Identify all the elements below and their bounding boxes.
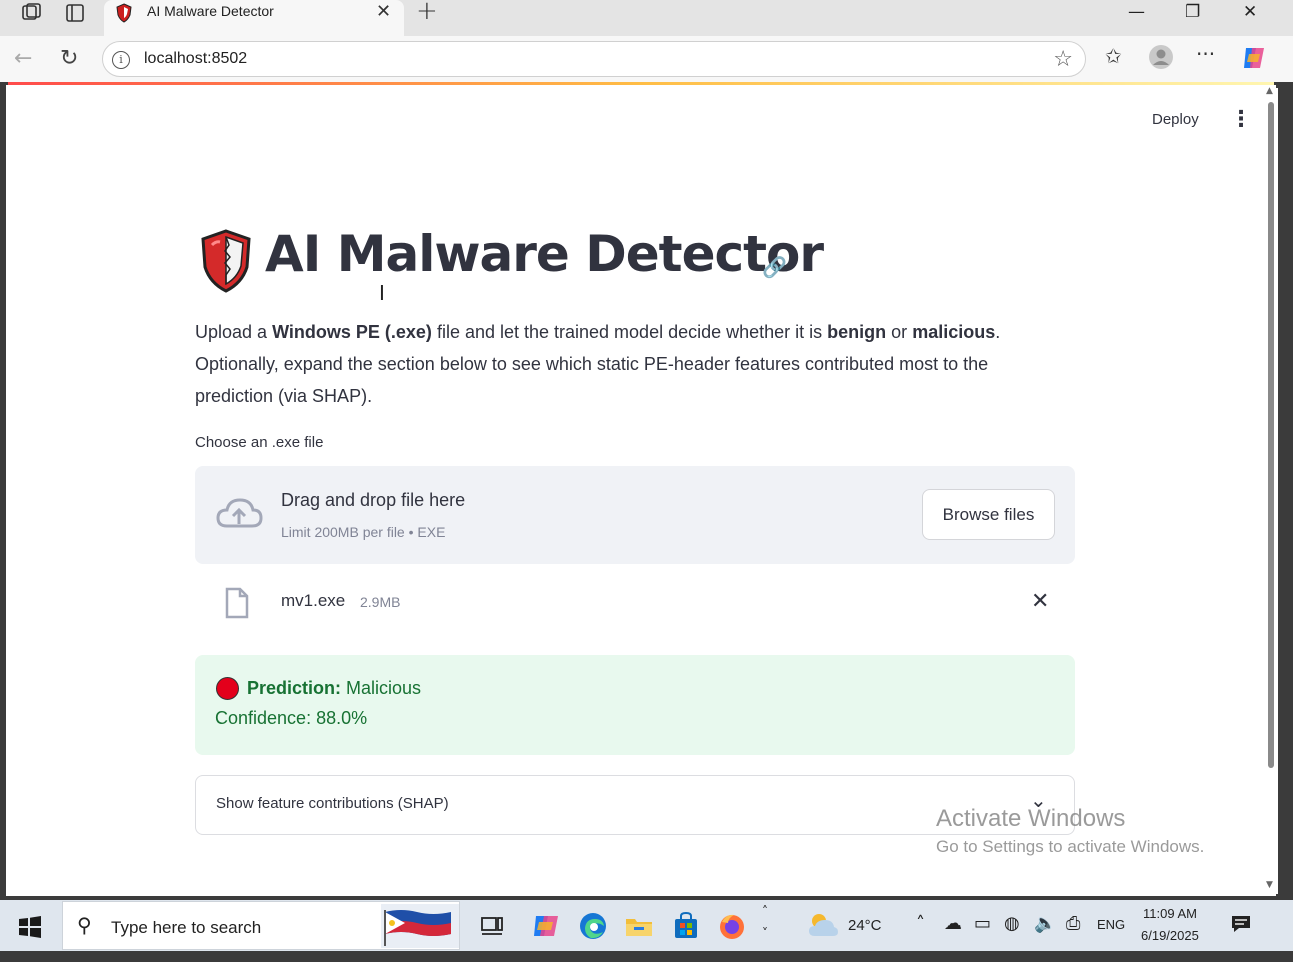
weather-temperature[interactable]: 24°C bbox=[848, 917, 882, 934]
battery-icon[interactable]: ▭ bbox=[974, 913, 991, 934]
desc-text-1: Upload a bbox=[195, 322, 273, 342]
search-highlight-flag-icon bbox=[381, 904, 459, 948]
volume-icon[interactable]: 🔈 bbox=[1034, 913, 1056, 934]
windows-taskbar: ⚲ Type here to search ˄ ˅ 24°C ˄ ☁ ▭ ◍ 🔈… bbox=[0, 900, 1293, 951]
onedrive-sync-icon[interactable]: ☁ bbox=[944, 913, 962, 934]
clock-date[interactable]: 6/19/2025 bbox=[1141, 928, 1199, 943]
watermark-subtitle: Go to Settings to activate Windows. bbox=[936, 837, 1205, 856]
cloud-upload-icon bbox=[216, 498, 263, 528]
prediction-line: Prediction: Malicious bbox=[247, 678, 421, 699]
copilot-icon[interactable] bbox=[1240, 44, 1268, 72]
drop-instruction: Drag and drop file here bbox=[281, 490, 466, 510]
file-limit-text: Limit 200MB per file • EXE bbox=[281, 524, 446, 540]
red-circle-icon bbox=[216, 677, 239, 700]
network-globe-icon[interactable]: ◍ bbox=[1004, 913, 1020, 934]
deploy-button[interactable]: Deploy bbox=[1152, 111, 1199, 128]
meet-now-icon[interactable]: ⎙ bbox=[1066, 913, 1080, 934]
new-tab-button[interactable]: + bbox=[416, 0, 438, 26]
weather-cloudy-icon[interactable] bbox=[806, 910, 840, 940]
microsoft-store-icon[interactable] bbox=[670, 910, 702, 942]
tab-ai-malware-detector[interactable]: AI Malware Detector ✕ bbox=[104, 0, 404, 36]
expander-label[interactable]: Show feature contributions (SHAP) bbox=[216, 795, 449, 812]
show-hidden-icons-icon[interactable]: ˄ bbox=[916, 913, 925, 934]
notification-center-icon[interactable] bbox=[1230, 914, 1252, 934]
scroll-up-icon[interactable]: ▲ bbox=[1266, 86, 1273, 96]
browser-toolbar: ← ↻ i localhost:8502 ☆ ✩ ··· bbox=[0, 36, 1293, 82]
back-icon[interactable]: ← bbox=[14, 46, 32, 71]
task-view-icon[interactable] bbox=[476, 910, 508, 942]
watermark-title: Activate Windows bbox=[936, 805, 1126, 832]
page-title: AI Malware Detector bbox=[265, 225, 824, 283]
scroll-taskbar-up-icon[interactable]: ˄ bbox=[762, 904, 768, 918]
minimize-button[interactable]: — bbox=[1128, 2, 1145, 22]
prediction-value: Malicious bbox=[341, 678, 422, 698]
browser-tab-bar: AI Malware Detector ✕ + — ❐ ✕ bbox=[0, 0, 1293, 36]
text-cursor-icon: I bbox=[379, 281, 385, 305]
confidence-line: Confidence: 88.0% bbox=[215, 708, 367, 729]
restore-button[interactable]: ❐ bbox=[1185, 2, 1200, 22]
prediction-alert: Prediction: Malicious Confidence: 88.0% bbox=[195, 655, 1075, 755]
favorite-star-icon[interactable]: ☆ bbox=[1053, 47, 1073, 72]
desc-text-3: or bbox=[886, 322, 913, 342]
streamlit-page: Deploy ⋮ AI Malware Detector 🔗 I Upload … bbox=[6, 85, 1276, 896]
scroll-taskbar-down-icon[interactable]: ˅ bbox=[762, 926, 768, 940]
prediction-label: Prediction: bbox=[247, 678, 342, 698]
search-placeholder: Type here to search bbox=[111, 918, 262, 937]
edge-browser-icon[interactable] bbox=[577, 910, 609, 942]
refresh-icon[interactable]: ↻ bbox=[60, 46, 78, 71]
uploaded-file-row: mv1.exe 2.9MB ✕ bbox=[195, 575, 1075, 631]
address-bar[interactable]: i localhost:8502 ☆ bbox=[102, 41, 1086, 77]
scroll-down-icon[interactable]: ▼ bbox=[1266, 880, 1273, 890]
site-info-icon[interactable]: i bbox=[112, 51, 130, 69]
shield-favicon-icon bbox=[116, 3, 132, 23]
workspaces-icon[interactable] bbox=[20, 3, 42, 23]
uploaded-file-size: 2.9MB bbox=[360, 594, 401, 610]
uploaded-file-name: mv1.exe bbox=[281, 591, 346, 610]
screen: AI Malware Detector ✕ + — ❐ ✕ ← ↻ i loca… bbox=[0, 0, 1293, 962]
url-text[interactable]: localhost:8502 bbox=[144, 50, 247, 68]
tab-close-icon[interactable]: ✕ bbox=[376, 1, 391, 22]
page-scrollbar[interactable]: ▲ ▼ bbox=[1264, 86, 1278, 894]
file-icon bbox=[225, 587, 249, 619]
input-language[interactable]: ENG bbox=[1097, 917, 1125, 932]
browse-files-button[interactable]: Browse files bbox=[922, 489, 1055, 540]
desc-bold-malicious: malicious bbox=[912, 322, 996, 342]
taskbar-search[interactable]: ⚲ Type here to search bbox=[62, 901, 460, 950]
search-icon: ⚲ bbox=[77, 913, 92, 937]
main-menu-icon[interactable]: ⋮ bbox=[1230, 107, 1252, 132]
uploader-label: Choose an .exe file bbox=[195, 434, 324, 451]
tab-actions-icon[interactable] bbox=[64, 3, 86, 23]
confidence-label: Confidence: bbox=[215, 708, 312, 728]
app-description: Upload a Windows PE (.exe) file and let … bbox=[195, 316, 1065, 412]
tab-title: AI Malware Detector bbox=[147, 3, 274, 19]
firefox-icon[interactable] bbox=[716, 910, 748, 942]
file-dropzone[interactable]: Drag and drop file here Limit 200MB per … bbox=[195, 466, 1075, 564]
screen-bottom-edge bbox=[0, 951, 1293, 962]
copilot-taskbar-icon[interactable] bbox=[530, 910, 562, 942]
heading-link-icon[interactable]: 🔗 bbox=[762, 255, 787, 279]
remove-file-icon[interactable]: ✕ bbox=[1031, 589, 1049, 614]
close-window-button[interactable]: ✕ bbox=[1243, 2, 1257, 22]
windows-start-icon[interactable] bbox=[18, 915, 42, 939]
shield-logo-icon bbox=[201, 229, 251, 293]
more-menu-icon[interactable]: ··· bbox=[1196, 42, 1215, 66]
favorites-icon[interactable]: ✩ bbox=[1105, 44, 1122, 68]
desc-text-2: file and let the trained model decide wh… bbox=[431, 322, 828, 342]
profile-avatar-icon[interactable] bbox=[1148, 44, 1174, 70]
desc-bold-benign: benign bbox=[827, 322, 887, 342]
scroll-thumb[interactable] bbox=[1268, 102, 1274, 768]
desc-bold-windows-pe: Windows PE (.exe) bbox=[272, 322, 432, 342]
confidence-value: 88.0% bbox=[311, 708, 368, 728]
activate-windows-watermark: Activate Windows Go to Settings to activ… bbox=[936, 805, 1204, 857]
clock-time[interactable]: 11:09 AM bbox=[1143, 906, 1197, 921]
file-explorer-icon[interactable] bbox=[623, 910, 655, 942]
